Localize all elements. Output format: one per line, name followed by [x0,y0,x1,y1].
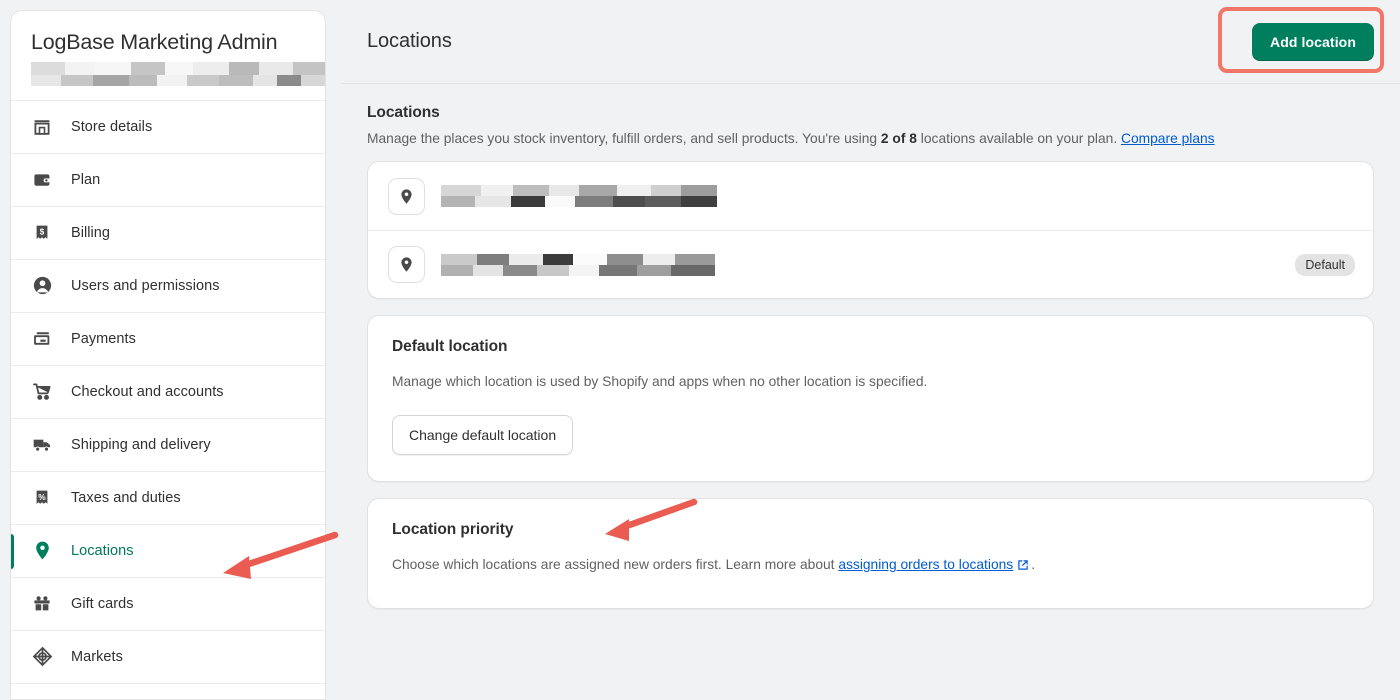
sidebar-item-label: Users and permissions [71,277,220,294]
sidebar-item-label: Payments [71,330,136,347]
locations-section-header: Locations Manage the places you stock in… [367,104,1374,149]
sidebar-container: LogBase Marketing Admin Store details Pl… [0,0,341,700]
page-topbar: Locations Add location [341,0,1400,84]
sidebar-item-billing[interactable]: $ Billing [11,206,325,260]
shopping-cart-icon [31,381,53,403]
delivery-truck-icon [31,434,53,456]
external-link-icon [1017,557,1029,578]
map-pin-icon [388,246,425,284]
settings-sidebar: LogBase Marketing Admin Store details Pl… [10,10,326,700]
status-badge: Default [1295,253,1355,276]
sidebar-item-label: Shipping and delivery [71,436,211,453]
default-location-panel: Default location Manage which location i… [368,316,1373,481]
sidebar-item-label: Gift cards [71,595,134,612]
gift-box-icon [31,593,53,615]
billing-receipt-icon: $ [31,222,53,244]
map-pin-icon [31,540,53,562]
default-location-description: Manage which location is used by Shopify… [392,374,928,390]
svg-text:%: % [38,492,46,502]
assigning-orders-link[interactable]: assigning orders to locations [838,557,1013,572]
store-subtitle-redacted [31,61,325,86]
sidebar-item-gift-cards[interactable]: Gift cards [11,577,325,631]
desc-text-part2: locations available on your plan. [916,131,1121,146]
sidebar-item-label: Locations [71,542,134,559]
store-title: LogBase Marketing Admin [31,30,278,54]
payments-card-icon [31,328,53,350]
sidebar-item-users-and-permissions[interactable]: Users and permissions [11,259,325,313]
sidebar-item-checkout-and-accounts[interactable]: Checkout and accounts [11,365,325,419]
percent-receipt-icon: % [31,487,53,509]
sidebar-item-label: Store details [71,118,153,135]
main-content: Locations Add location Locations Manage … [341,0,1400,700]
location-priority-card: Location priority Choose which locations… [367,498,1374,609]
table-row[interactable] [368,162,1373,230]
default-location-title: Default location [392,338,508,356]
locations-section-description: Manage the places you stock inventory, f… [367,128,1327,149]
location-priority-title: Location priority [392,521,514,539]
map-pin-icon [388,177,425,215]
add-location-button[interactable]: Add location [1252,22,1374,61]
sidebar-item-shipping-and-delivery[interactable]: Shipping and delivery [11,418,325,472]
svg-text:$: $ [40,227,45,236]
locations-count: 2 of 8 [880,131,917,146]
desc-text-part1: Manage the places you stock inventory, f… [367,131,881,146]
priority-text-part1: Choose which locations are assigned new … [392,557,839,573]
sidebar-item-locations[interactable]: Locations [11,524,325,578]
page-title: Locations [367,30,452,52]
sidebar-item-label: Plan [71,171,101,188]
location-priority-panel: Location priority Choose which locations… [368,499,1373,608]
user-icon [31,275,53,297]
sidebar-item-label: Billing [71,224,111,241]
globe-icon [31,646,53,668]
sidebar-item-label: Markets [71,648,123,665]
priority-text-part2: . [1031,557,1036,573]
sidebar-item-label: Taxes and duties [71,489,181,506]
location-name-redacted [441,185,1355,208]
sidebar-item-store-details[interactable]: Store details [11,100,325,154]
location-priority-description: Choose which locations are assigned new … [392,555,1351,578]
sidebar-item-label: Checkout and accounts [71,383,224,400]
sidebar-item-payments[interactable]: Payments [11,312,325,366]
compare-plans-link[interactable]: Compare plans [1121,131,1215,146]
wallet-icon [31,169,53,191]
default-location-card: Default location Manage which location i… [367,315,1374,483]
location-name-redacted [441,253,1295,276]
store-header: LogBase Marketing Admin [11,11,325,101]
sidebar-item-taxes-and-duties[interactable]: % Taxes and duties [11,471,325,525]
table-row[interactable]: Default [368,230,1373,298]
change-default-location-button[interactable]: Change default location [392,415,574,456]
locations-list-card: Default [367,161,1374,300]
locations-section-title: Locations [367,104,440,121]
sidebar-item-markets[interactable]: Markets [11,630,325,684]
locations-settings-page: LogBase Marketing Admin Store details Pl… [0,0,1400,700]
settings-content: Locations Manage the places you stock in… [341,84,1400,609]
store-icon [31,116,53,138]
sidebar-item-plan[interactable]: Plan [11,153,325,207]
